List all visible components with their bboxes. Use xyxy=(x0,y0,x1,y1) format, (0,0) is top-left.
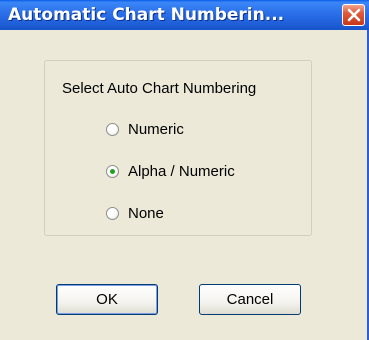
radio-numeric[interactable]: Numeric xyxy=(106,121,246,139)
ok-button[interactable]: OK xyxy=(56,284,158,315)
radio-label-none: None xyxy=(128,205,164,222)
radio-button-numeric[interactable] xyxy=(106,123,119,136)
close-button[interactable] xyxy=(342,4,365,26)
title-bar[interactable]: Automatic Chart Numberin... xyxy=(0,0,369,30)
radio-selected-dot xyxy=(110,169,115,174)
group-box-label: Select Auto Chart Numbering xyxy=(59,80,260,97)
close-icon xyxy=(347,8,361,22)
cancel-button[interactable]: Cancel xyxy=(199,284,301,315)
radio-label-alpha-numeric: Alpha / Numeric xyxy=(128,163,235,180)
window-title: Automatic Chart Numberin... xyxy=(8,5,285,25)
radio-label-numeric: Numeric xyxy=(128,121,184,138)
radio-none[interactable]: None xyxy=(106,205,206,223)
radio-button-none[interactable] xyxy=(106,207,119,220)
radio-button-alpha-numeric[interactable] xyxy=(106,165,119,178)
radio-alpha-numeric[interactable]: Alpha / Numeric xyxy=(106,163,276,181)
dialog-window: Automatic Chart Numberin... Select Auto … xyxy=(0,0,369,340)
